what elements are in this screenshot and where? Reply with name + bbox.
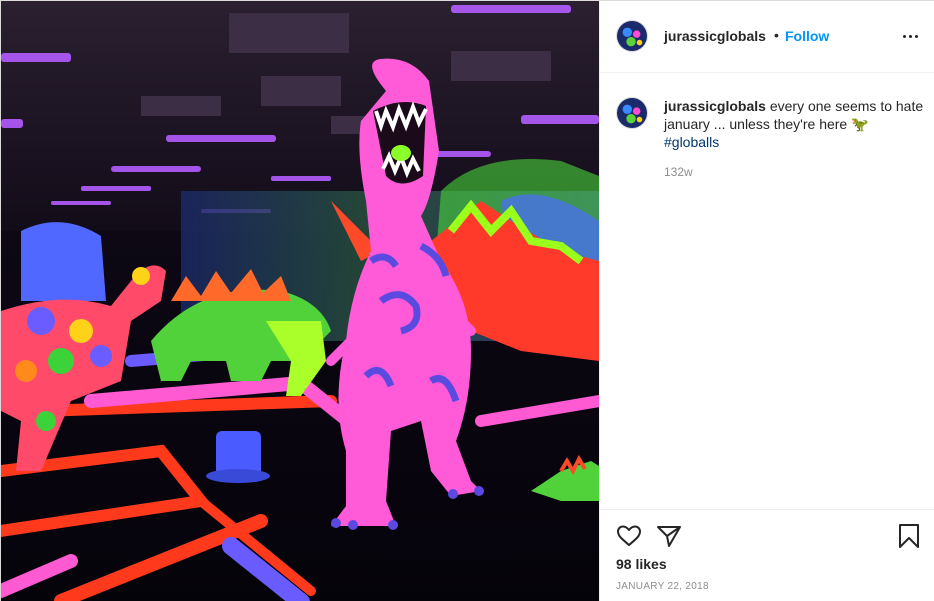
caption-age: 132w [664,165,693,179]
avatar-image [617,21,647,51]
post-actions: 98 likes JANUARY 22, 2018 [600,509,934,601]
username-link[interactable]: jurassicglobals [664,28,766,44]
caption-text: jurassicglobals every one seems to hate … [664,97,926,151]
post-header: jurassicglobals • Follow [600,1,934,73]
instagram-post: jurassicglobals • Follow jurassicglobals… [0,0,934,601]
paper-plane-icon[interactable] [656,523,682,549]
likes-count[interactable]: 98 likes [616,556,667,572]
separator-dot: • [774,27,779,43]
avatar-image [617,98,647,128]
heart-icon[interactable] [616,523,642,549]
bookmark-icon[interactable] [896,523,922,549]
post-photo[interactable] [1,1,599,601]
more-options-icon[interactable] [902,27,920,45]
post-side-panel: jurassicglobals • Follow jurassicglobals… [599,1,934,601]
caption-username[interactable]: jurassicglobals [664,98,766,114]
glow-dinosaur-minigolf-image [1,1,599,601]
avatar[interactable] [616,20,648,52]
post-date: JANUARY 22, 2018 [616,581,709,592]
hashtag-link[interactable]: #globalls [664,134,719,150]
caption-avatar[interactable] [616,97,648,129]
follow-button[interactable]: Follow [785,28,829,44]
